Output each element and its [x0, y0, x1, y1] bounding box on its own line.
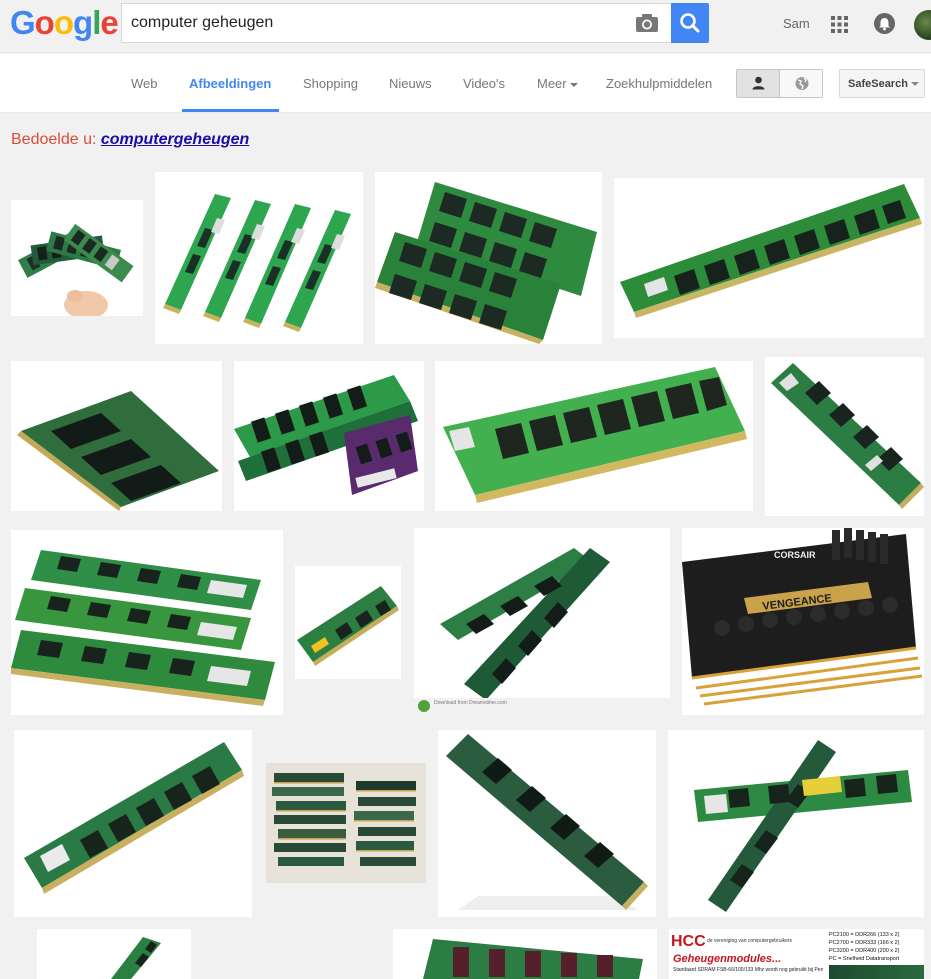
- tab-videos[interactable]: Video's: [463, 76, 505, 91]
- tab-shopping[interactable]: Shopping: [303, 76, 358, 91]
- hcc-logo: HCC: [671, 933, 706, 950]
- corsair-label: CORSAIR: [774, 550, 816, 560]
- logo-letter: o: [34, 4, 55, 41]
- image-result-small-ram-diagonal[interactable]: [295, 566, 401, 679]
- logo-letter: G: [10, 4, 36, 41]
- dreamstime-watermark: Download from Dreamstime.com: [434, 700, 507, 706]
- hcc-tagline: de vereniging van computergebruikers: [707, 938, 793, 944]
- image-result-ram-partial-1[interactable]: [37, 929, 191, 979]
- did-you-mean-prefix: Bedoelde u:: [11, 131, 97, 148]
- chevron-down-icon: [569, 82, 578, 87]
- image-result-ram-stack-simple-label[interactable]: [234, 361, 424, 511]
- did-you-mean-link[interactable]: computergeheugen: [101, 131, 249, 148]
- logo-letter: g: [73, 4, 93, 41]
- user-name[interactable]: Sam: [783, 16, 810, 31]
- image-result-ram-diagonal-shadow[interactable]: [438, 730, 656, 917]
- personal-results-toggle: [736, 69, 823, 98]
- image-result-ddr-diagonal-white-label[interactable]: [14, 730, 252, 917]
- hcc-description: Standaard SDRAM FSB-66/100/133 Mhz wordt…: [673, 967, 823, 973]
- image-result-hcc-geheugenmodules[interactable]: HCC de vereniging van computergebruikers…: [669, 929, 924, 979]
- logo-letter: o: [53, 4, 74, 41]
- google-logo[interactable]: Google: [10, 4, 119, 42]
- hcc-line: PC = Snelheid Datatransport: [829, 956, 900, 962]
- search-icon: [680, 13, 700, 33]
- safesearch-label: SafeSearch: [848, 78, 908, 90]
- hcc-speed-table: PC2100 = DDR266 (133 x 2) PC2700 = DDR33…: [829, 931, 899, 963]
- globe-icon: [795, 77, 809, 90]
- hcc-line: PC2100 = DDR266 (133 x 2): [829, 932, 900, 938]
- hcc-line: PC2700 = DDR333 (166 x 2): [829, 940, 900, 946]
- image-result-crossed-ram-sticks[interactable]: [668, 730, 924, 917]
- image-result-long-dimm-module[interactable]: [614, 178, 924, 338]
- person-icon: [752, 76, 765, 90]
- search-button[interactable]: [671, 3, 709, 43]
- top-bar: Google Sam: [0, 0, 931, 53]
- did-you-mean: Bedoelde u: computergeheugen: [11, 131, 249, 149]
- image-result-fan-of-ram-sticks[interactable]: [11, 200, 143, 316]
- tab-nieuws[interactable]: Nieuws: [389, 76, 432, 91]
- personal-results-button[interactable]: [737, 70, 780, 97]
- hcc-title: Geheugenmodules...: [673, 953, 782, 965]
- active-tab-indicator: [182, 109, 279, 112]
- avatar[interactable]: [914, 10, 931, 40]
- image-result-dimm-light-green[interactable]: [435, 361, 753, 511]
- tab-web[interactable]: Web: [131, 76, 158, 91]
- chevron-down-icon: [910, 82, 919, 87]
- hcc-ram-photo: [829, 965, 924, 979]
- logo-letter: l: [92, 4, 101, 41]
- image-result-pile-of-ram-photo[interactable]: [266, 763, 426, 883]
- global-results-button[interactable]: [781, 70, 823, 97]
- image-result-four-green-ram-sticks[interactable]: [155, 172, 363, 344]
- tab-meer[interactable]: Meer: [537, 76, 578, 91]
- search-nav-bar: Web Afbeeldingen Shopping Nieuws Video's…: [0, 54, 931, 113]
- search-box[interactable]: [121, 3, 672, 43]
- image-result-two-sodimm-modules[interactable]: [375, 172, 602, 344]
- camera-icon[interactable]: [634, 12, 660, 34]
- image-result-dreamstime-ram[interactable]: Download from Dreamstime.com: [414, 528, 670, 715]
- tab-afbeeldingen[interactable]: Afbeeldingen: [189, 76, 271, 91]
- safesearch-dropdown[interactable]: SafeSearch: [839, 69, 925, 98]
- search-input[interactable]: [122, 4, 627, 42]
- image-result-diagonal-ram-stick[interactable]: [765, 357, 924, 516]
- image-result-ram-partial-2[interactable]: [393, 929, 657, 979]
- image-result-three-ram-modules[interactable]: [11, 530, 283, 715]
- image-result-sodimm-angled[interactable]: [11, 361, 222, 511]
- image-result-corsair-vengeance[interactable]: VENGEANCE CORSAIR: [682, 528, 924, 715]
- notifications-bell-icon[interactable]: [874, 13, 895, 34]
- logo-letter: e: [100, 4, 118, 41]
- tab-zoekhulpmiddelen[interactable]: Zoekhulpmiddelen: [606, 76, 712, 91]
- tab-meer-label: Meer: [537, 76, 567, 91]
- apps-grid-icon[interactable]: [831, 16, 848, 33]
- hcc-line: PC3200 = DDR400 (200 x 2): [829, 948, 900, 954]
